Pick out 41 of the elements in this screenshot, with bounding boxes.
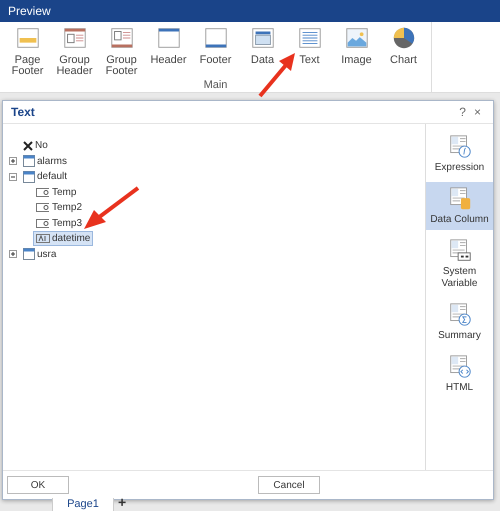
field-icon: [36, 203, 50, 212]
cross-icon: [23, 140, 33, 151]
help-button[interactable]: ?: [455, 105, 470, 119]
dialog-title: Text: [11, 105, 36, 119]
cancel-button[interactable]: Cancel: [258, 476, 320, 494]
source-option[interactable]: Summary: [426, 298, 493, 346]
table-icon: [23, 248, 35, 260]
tree-item[interactable]: No: [20, 138, 51, 154]
ribbon-button[interactable]: Group Header: [51, 25, 98, 79]
source-option[interactable]: System Variable: [426, 234, 493, 294]
ribbon-button[interactable]: Page Footer: [4, 25, 51, 79]
ribbon-button[interactable]: Chart: [380, 25, 427, 79]
tree-item[interactable]: default: [20, 168, 70, 185]
window-title: Preview: [8, 4, 51, 18]
source-option[interactable]: HTML: [426, 350, 493, 398]
tree-item[interactable]: usra: [20, 246, 60, 262]
source-option[interactable]: Expression: [426, 130, 493, 178]
tree-item[interactable]: Temp: [33, 184, 80, 200]
table-icon: [23, 170, 35, 183]
ribbon-button[interactable]: Header: [145, 25, 192, 79]
tree-item[interactable]: Temp3: [33, 216, 86, 231]
expand-toggle[interactable]: [9, 157, 17, 166]
field-icon: [36, 218, 50, 228]
close-button[interactable]: ×: [470, 105, 485, 119]
tree-item[interactable]: alarms: [20, 153, 70, 170]
ribbon-button[interactable]: Footer: [192, 25, 239, 79]
expand-toggle[interactable]: [9, 250, 17, 258]
group-label: Main: [202, 79, 228, 91]
ribbon-button[interactable]: Group Footer: [98, 25, 145, 79]
collapse-toggle[interactable]: [9, 172, 17, 181]
tree-item[interactable]: Temp2: [33, 200, 86, 216]
source-option[interactable]: Data Column: [426, 182, 493, 230]
ok-button[interactable]: OK: [7, 476, 69, 494]
field-icon: [36, 188, 50, 197]
ribbon-button[interactable]: Image: [333, 25, 380, 79]
ribbon-button[interactable]: Data: [239, 25, 286, 79]
table-icon: [23, 155, 35, 168]
add-page-button[interactable]: +: [118, 498, 126, 510]
field-icon: [36, 234, 50, 244]
page-tab[interactable]: Page1: [52, 498, 114, 511]
tree-item[interactable]: datetime: [33, 231, 94, 246]
